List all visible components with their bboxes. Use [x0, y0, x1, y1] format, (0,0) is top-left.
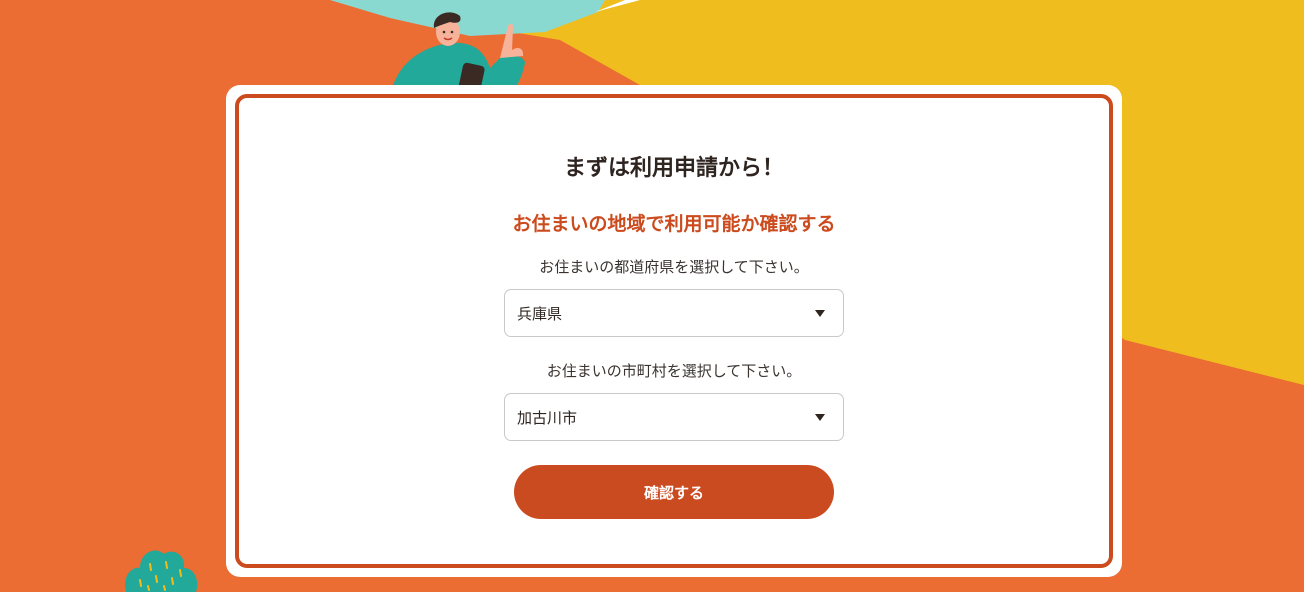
- city-label: お住まいの市町村を選択して下さい。: [546, 362, 802, 380]
- chevron-down-icon: [815, 309, 825, 317]
- section-subtitle: お住まいの地域で利用可能か確認する: [512, 213, 836, 235]
- chevron-down-icon: [815, 413, 825, 421]
- city-select[interactable]: 加古川市: [504, 393, 844, 441]
- prefecture-select[interactable]: 兵庫県: [504, 289, 844, 337]
- application-card: まずは利用申請から！ お住まいの地域で利用可能か確認する お住まいの都道府県を選…: [226, 85, 1122, 577]
- application-card-frame: まずは利用申請から！ お住まいの地域で利用可能か確認する お住まいの都道府県を選…: [235, 94, 1113, 568]
- page-title: まずは利用申請から！: [563, 156, 784, 181]
- prefecture-label: お住まいの都道府県を選択して下さい。: [539, 258, 809, 276]
- page-background: まずは利用申請から！ お住まいの地域で利用可能か確認する お住まいの都道府県を選…: [0, 0, 1304, 592]
- prefecture-selected-value: 兵庫県: [517, 304, 563, 323]
- bush-illustration: [125, 550, 198, 592]
- city-selected-value: 加古川市: [517, 408, 578, 427]
- confirm-button[interactable]: 確認する: [514, 465, 834, 519]
